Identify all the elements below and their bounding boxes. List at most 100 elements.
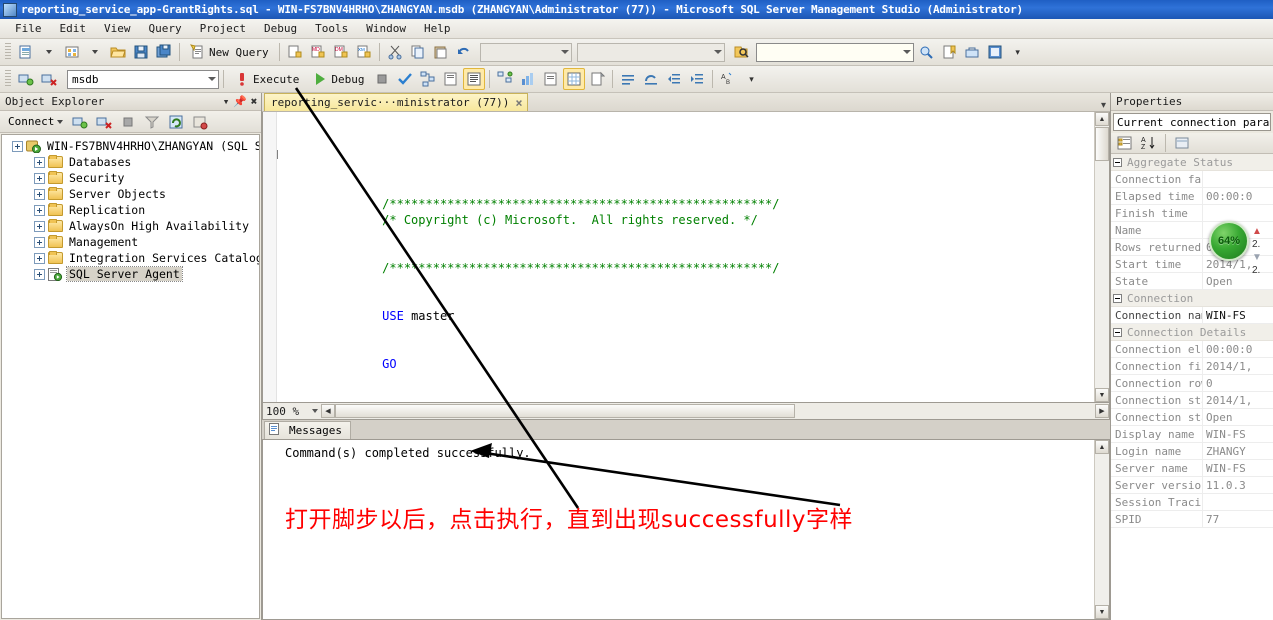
collapse-toggle-icon[interactable] — [1113, 293, 1122, 303]
available-databases-combo[interactable]: msdb — [67, 69, 219, 89]
find-next-icon[interactable] — [915, 41, 937, 63]
panel-menu-chevron-icon[interactable]: ▾ — [219, 95, 233, 108]
property-row[interactable]: State Open — [1111, 273, 1273, 290]
property-row[interactable]: Connection elapse 00:00:0 — [1111, 341, 1273, 358]
undo-icon[interactable] — [453, 41, 475, 63]
menu-project[interactable]: Project — [191, 20, 255, 37]
scroll-up-icon[interactable]: ▲ — [1095, 112, 1109, 126]
connect-object-explorer-icon[interactable] — [15, 68, 37, 90]
auto-hide-pin-icon[interactable]: 📌 — [233, 95, 247, 108]
properties-group-aggregate-status[interactable]: Aggregate Status — [1111, 154, 1273, 171]
menu-debug[interactable]: Debug — [255, 20, 306, 37]
property-row[interactable]: Session Tracing I — [1111, 494, 1273, 511]
properties-object-combo[interactable]: Current connection paramet — [1113, 113, 1271, 131]
open-file-icon[interactable] — [107, 41, 129, 63]
property-row[interactable]: Server version 11.0.3 — [1111, 477, 1273, 494]
menu-tools[interactable]: Tools — [306, 20, 357, 37]
increase-indent-icon[interactable] — [686, 68, 708, 90]
toolbar-overflow-icon[interactable]: ▾ — [1007, 41, 1029, 63]
uncomment-lines-icon[interactable] — [640, 68, 662, 90]
expand-toggle-icon[interactable] — [34, 220, 45, 232]
properties-grid[interactable]: Aggregate Status Connection failur Elaps… — [1111, 154, 1273, 620]
property-row[interactable]: Connection rows r 0 — [1111, 375, 1273, 392]
tree-node-server-objects[interactable]: Server Objects — [2, 186, 259, 202]
refresh-icon[interactable] — [165, 111, 187, 133]
property-row[interactable]: Login name ZHANGY — [1111, 443, 1273, 460]
property-row[interactable]: Finish time — [1111, 205, 1273, 222]
analysis-services-mdx-query-icon[interactable]: MD — [307, 41, 329, 63]
results-to-text-pane-icon[interactable] — [540, 68, 562, 90]
collapse-toggle-icon[interactable] — [1113, 327, 1122, 337]
scroll-left-icon[interactable]: ◀ — [321, 404, 335, 418]
display-estimated-execution-plan-icon[interactable] — [417, 68, 439, 90]
find-combo[interactable] — [755, 42, 914, 62]
tab-list-chevron-icon[interactable]: ▾ — [1101, 100, 1106, 111]
disconnect-icon[interactable] — [38, 68, 60, 90]
scroll-down-icon[interactable]: ▼ — [1095, 605, 1109, 619]
toolbar-grip[interactable] — [5, 43, 11, 61]
redo-history-combo[interactable] — [576, 42, 725, 62]
results-to-file-icon[interactable] — [586, 68, 608, 90]
toolbox-icon[interactable] — [961, 41, 983, 63]
menu-edit[interactable]: Edit — [51, 20, 96, 37]
property-row[interactable]: Display name WIN-FS — [1111, 426, 1273, 443]
expand-toggle-icon[interactable] — [34, 172, 45, 184]
close-icon[interactable]: ✖ — [247, 95, 261, 108]
expand-toggle-icon[interactable] — [34, 188, 45, 200]
connect-server-icon[interactable] — [69, 111, 91, 133]
property-row[interactable]: Connection name WIN-FS — [1111, 307, 1273, 324]
scroll-right-icon[interactable]: ▶ — [1095, 404, 1109, 418]
results-to-text-icon[interactable] — [463, 68, 486, 90]
scroll-thumb[interactable] — [1095, 127, 1109, 161]
sql-editor[interactable]: /***************************************… — [262, 112, 1110, 403]
stop-refresh-icon[interactable] — [189, 111, 211, 133]
expand-toggle-icon[interactable] — [34, 204, 45, 216]
find-in-files-icon[interactable] — [730, 41, 752, 63]
parse-icon[interactable] — [394, 68, 416, 90]
cancel-executing-query-icon[interactable] — [371, 68, 393, 90]
add-new-item-icon[interactable] — [61, 41, 83, 63]
execute-button[interactable]: Execute — [228, 68, 305, 90]
results-to-grid-icon[interactable] — [563, 68, 586, 90]
menu-window[interactable]: Window — [357, 20, 415, 37]
tab-query-document[interactable]: reporting_servic···ministrator (77)) × — [264, 93, 528, 111]
property-row[interactable]: Connection start 2014/1, — [1111, 392, 1273, 409]
tree-node-alwayson-high-availability[interactable]: AlwaysOn High Availability — [2, 218, 259, 234]
collapse-toggle-icon[interactable] — [1113, 157, 1122, 167]
tree-node-management[interactable]: Management — [2, 234, 259, 250]
decrease-indent-icon[interactable] — [663, 68, 685, 90]
save-all-icon[interactable] — [153, 41, 175, 63]
connect-button[interactable]: Connect — [4, 114, 67, 129]
property-row[interactable]: Connection state Open — [1111, 409, 1273, 426]
toolbar-grip[interactable] — [5, 70, 11, 88]
zoom-level-combo[interactable]: 100 % — [263, 404, 321, 419]
properties-group-connection-details[interactable]: Connection Details — [1111, 324, 1273, 341]
new-query-button[interactable]: New Query — [184, 41, 275, 63]
copy-icon[interactable] — [407, 41, 429, 63]
property-row[interactable]: SPID 77 — [1111, 511, 1273, 528]
analysis-services-dmx-query-icon[interactable]: DM — [330, 41, 352, 63]
debug-button[interactable]: Debug — [306, 68, 370, 90]
tab-messages[interactable]: Messages — [264, 421, 351, 439]
tree-node-databases[interactable]: Databases — [2, 154, 259, 170]
messages-vertical-scrollbar[interactable]: ▲ ▼ — [1094, 440, 1109, 619]
sql-code[interactable]: /***************************************… — [277, 112, 1094, 402]
menu-view[interactable]: View — [95, 20, 140, 37]
editor-vertical-scrollbar[interactable]: ▲ ▼ — [1094, 112, 1109, 402]
expand-toggle-icon[interactable] — [34, 156, 45, 168]
new-project-dropdown-icon[interactable] — [38, 41, 60, 63]
expand-toggle-icon[interactable] — [34, 252, 45, 264]
properties-window-icon[interactable] — [984, 41, 1006, 63]
analysis-services-xmla-query-icon[interactable]: XM — [353, 41, 375, 63]
scroll-thumb-horizontal[interactable] — [335, 404, 795, 418]
alphabetical-sort-icon[interactable]: A Z — [1138, 132, 1160, 154]
property-row[interactable]: Connection finish 2014/1, — [1111, 358, 1273, 375]
database-engine-query-icon[interactable] — [284, 41, 306, 63]
close-icon[interactable]: × — [515, 96, 522, 110]
property-row[interactable]: Name — [1111, 222, 1273, 239]
tree-node-server[interactable]: WIN-FS7BNV4HRHO\ZHANGYAN (SQL Serv — [2, 138, 259, 154]
categorized-view-icon[interactable] — [1114, 132, 1136, 154]
add-new-item-dropdown-icon[interactable] — [84, 41, 106, 63]
scroll-up-icon[interactable]: ▲ — [1095, 440, 1109, 454]
paste-icon[interactable] — [430, 41, 452, 63]
